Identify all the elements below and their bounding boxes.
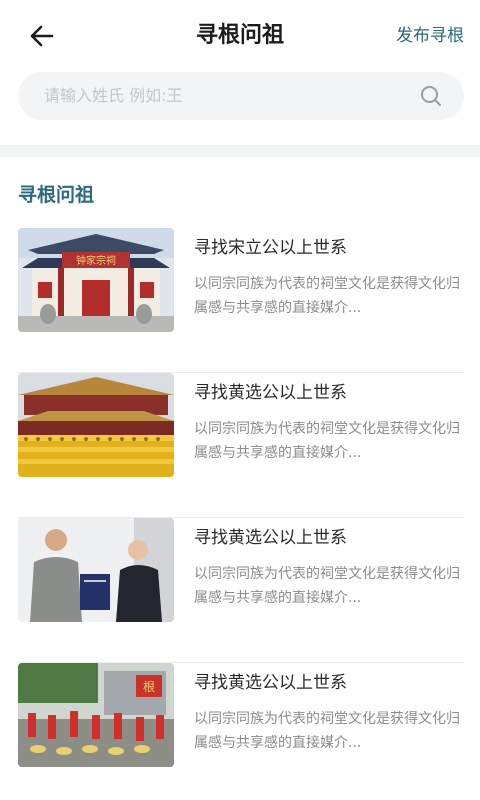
- book-presentation-photo: [18, 518, 174, 622]
- item-title: 寻找黄选公以上世系: [194, 383, 347, 403]
- section-divider: [0, 145, 480, 157]
- item-description: 以同宗同族为代表的祠堂文化是获得文化归属感与共享感的直接媒介...: [194, 566, 460, 606]
- item-title: 寻找宋立公以上世系: [194, 238, 347, 258]
- item-title: 寻找黄选公以上世系: [194, 673, 347, 693]
- header-bar: 寻根问祖 发布寻根: [0, 0, 480, 72]
- search-placeholder: 请输入姓氏 例如:王: [44, 86, 183, 105]
- list-item[interactable]: 寻找黄选公以上世系 以同宗同族为代表的祠堂文化是获得文化归属感与共享感的直接媒介…: [18, 518, 464, 663]
- list-item[interactable]: 根 寻找黄选公以上世系 以同宗同族为代表的祠堂文化是获得文化归属感与共享感的直接…: [18, 663, 464, 800]
- section-title: 寻根问祖: [18, 184, 95, 206]
- item-description: 以同宗同族为代表的祠堂文化是获得文化归属感与共享感的直接媒介...: [194, 421, 460, 461]
- choir-gathering-photo: [18, 373, 174, 477]
- item-description: 以同宗同族为代表的祠堂文化是获得文化归属感与共享感的直接媒介...: [194, 711, 460, 751]
- hall-plaque-text: 钟家宗祠: [76, 254, 116, 267]
- search-icon[interactable]: [420, 85, 442, 107]
- list-item[interactable]: 钟家宗祠 寻找宋立公以上世系 以同宗同族为代表的祠堂文化是获得文化归属感与共享感…: [18, 228, 464, 373]
- list-item[interactable]: 寻找黄选公以上世系 以同宗同族为代表的祠堂文化是获得文化归属感与共享感的直接媒介…: [18, 373, 464, 518]
- ancestral-hall-photo: 钟家宗祠: [18, 228, 174, 332]
- item-title: 寻找黄选公以上世系: [194, 528, 347, 548]
- search-root-list: 钟家宗祠 寻找宋立公以上世系 以同宗同族为代表的祠堂文化是获得文化归属感与共享感…: [18, 228, 464, 800]
- publish-button[interactable]: 发布寻根: [396, 22, 464, 50]
- drum-banner-text: 根: [143, 680, 155, 694]
- search-input[interactable]: 请输入姓氏 例如:王: [18, 72, 464, 120]
- item-description: 以同宗同族为代表的祠堂文化是获得文化归属感与共享感的直接媒介...: [194, 276, 460, 316]
- drum-performance-photo: 根: [18, 663, 174, 767]
